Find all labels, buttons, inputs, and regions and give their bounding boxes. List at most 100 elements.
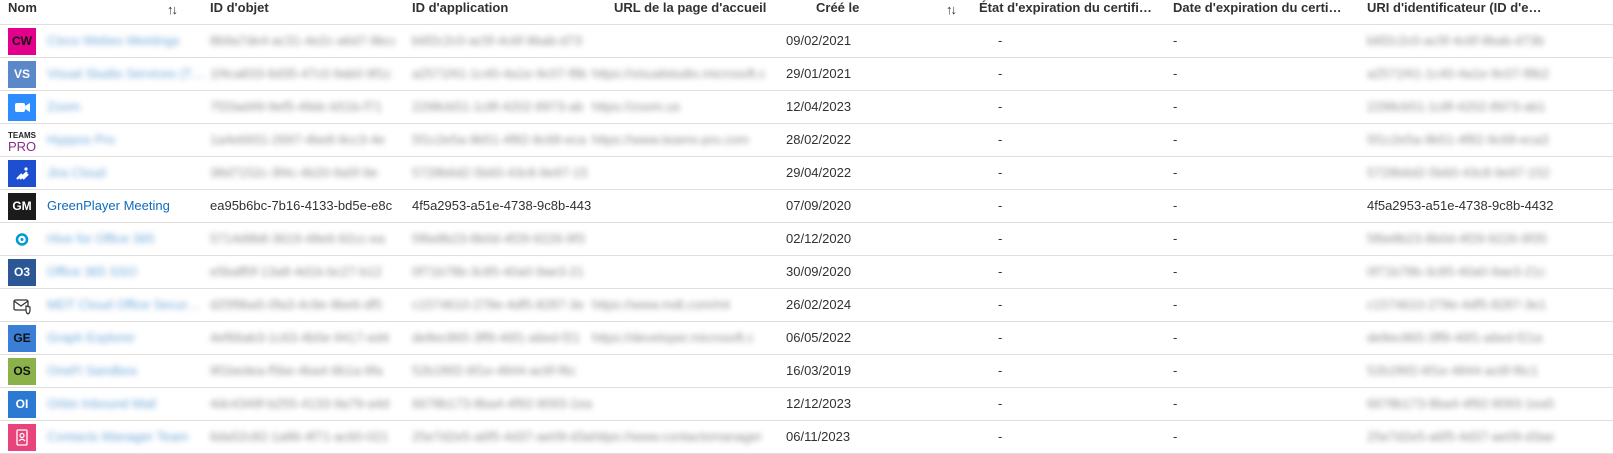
- homepage-url-cell: [592, 157, 777, 189]
- created-date-cell: 16/03/2019: [786, 363, 852, 378]
- app-id-cell: 6678b173-8ba4-4f92-9093-1ea: [412, 396, 592, 411]
- table-row[interactable]: Hive for Office 365 5714d9b8-3619-48e6-9…: [0, 223, 1613, 256]
- app-name-link[interactable]: Jira Cloud: [47, 157, 106, 189]
- app-name-link[interactable]: Cisco Webex Meetings: [47, 25, 180, 57]
- table-row[interactable]: OI Orbis Inbound Mail 4dc4349f-b255-4133…: [0, 388, 1613, 421]
- cert-date-cell: -: [1173, 165, 1178, 180]
- object-id-cell: 7f20ad49-9ef5-49dc-b51b-f71: [210, 99, 383, 114]
- column-header-identifier-uri[interactable]: URI d'identificateur (ID d'e…: [1367, 0, 1607, 24]
- app-id-cell: 5f1c2e5a-9b51-4f82-9c68-eca: [412, 132, 587, 147]
- table-row[interactable]: MDT Cloud Office Secur… d25f9ba5-0fa3-4c…: [0, 289, 1613, 322]
- app-name-link[interactable]: Hyppos Pro: [47, 124, 115, 156]
- name-cell: MDT Cloud Office Secur…: [8, 289, 208, 321]
- app-name-link[interactable]: GreenPlayer Meeting: [47, 190, 170, 222]
- name-cell: Zoom: [8, 91, 208, 123]
- app-avatar: GM: [8, 193, 36, 220]
- created-date-cell: 12/12/2023: [786, 396, 852, 411]
- app-name-link[interactable]: Orbis Inbound Mail: [47, 388, 156, 420]
- created-date-cell: 06/05/2022: [786, 330, 852, 345]
- column-header-cert-date[interactable]: Date d'expiration du certif…: [1173, 0, 1343, 24]
- cert-date-cell: -: [1173, 363, 1178, 378]
- column-header-cert-status[interactable]: État d'expiration du certifi…: [979, 0, 1154, 24]
- homepage-url-cell: [592, 25, 777, 57]
- cert-status-cell: -: [998, 33, 1003, 48]
- object-id-cell: 1f4ca833-6d35-47c0-9ab0-9f1c: [210, 66, 392, 81]
- cert-status-cell: -: [998, 165, 1003, 180]
- table-row[interactable]: OS OneFi Sandbox 9f1bedea-f5be-4ba4-9b1a…: [0, 355, 1613, 388]
- cert-status-cell: -: [998, 198, 1003, 213]
- created-date-cell: 26/02/2024: [786, 297, 852, 312]
- sort-icon[interactable]: ↑↓: [167, 2, 178, 17]
- object-id-cell: 8b9a7de4-ac31-4e2c-a6d7-9bca: [210, 33, 395, 48]
- cert-status-cell: -: [998, 231, 1003, 246]
- app-id-cell: 5f6e8b23-8b0d-4f29-9226-9f3: [412, 231, 585, 246]
- identifier-uri-cell: b6f2c2c0-ac5f-4c6f-9bab-d73b: [1367, 33, 1545, 48]
- created-date-cell: 12/04/2023: [786, 99, 852, 114]
- created-date-cell: 29/04/2022: [786, 165, 852, 180]
- app-name-link[interactable]: Zoom: [47, 91, 80, 123]
- column-header-created[interactable]: Créé le: [816, 0, 1001, 24]
- teams-pro-logo: TEAMS PRO: [8, 127, 36, 154]
- object-id-cell: 4ef66ab3-1c63-4b0e-9417-ed4: [210, 330, 390, 345]
- name-cell: TEAMS PRO Hyppos Pro: [8, 124, 208, 156]
- app-name-link[interactable]: Graph Explorer: [47, 322, 135, 354]
- cert-date-cell: -: [1173, 132, 1178, 147]
- identifier-uri-cell: de8ec865-3ff9-46f1-a6ed-f21a: [1367, 330, 1543, 345]
- homepage-url-cell: [592, 355, 777, 387]
- app-name-link[interactable]: Contacts Manager Team: [47, 421, 188, 453]
- cert-date-cell: -: [1173, 66, 1178, 81]
- name-cell: Hive for Office 365: [8, 223, 208, 255]
- cert-date-cell: -: [1173, 198, 1178, 213]
- created-date-cell: 07/09/2020: [786, 198, 852, 213]
- created-date-cell: 28/02/2022: [786, 132, 852, 147]
- homepage-url-cell: [592, 256, 777, 288]
- app-name-link[interactable]: Office 365 SSO: [47, 256, 137, 288]
- column-header-app-id[interactable]: ID d'application: [412, 0, 597, 24]
- identifier-uri-cell: 2298cb51-1c8f-4202-8973-ab1: [1367, 99, 1546, 114]
- name-cell: OI Orbis Inbound Mail: [8, 388, 208, 420]
- cert-date-cell: -: [1173, 330, 1178, 345]
- app-name-link[interactable]: Visual Studio Services (T…: [47, 58, 205, 90]
- name-cell: O3 Office 365 SSO: [8, 256, 208, 288]
- app-id-cell: 5728b6d2-5b60-43c8-9e97-15: [412, 165, 588, 180]
- ring-icon: [8, 226, 36, 253]
- homepage-url-cell: https://zoom.us: [592, 99, 681, 114]
- table-row[interactable]: VS Visual Studio Services (T… 1f4ca833-6…: [0, 58, 1613, 91]
- column-header-name[interactable]: Nom: [8, 0, 193, 24]
- column-header-homepage-url[interactable]: URL de la page d'accueil: [614, 0, 799, 24]
- cert-date-cell: -: [1173, 99, 1178, 114]
- created-date-cell: 30/09/2020: [786, 264, 852, 279]
- identifier-uri-cell: 5f1c2e5a-9b51-4f82-9c68-eca3: [1367, 132, 1549, 147]
- table-row[interactable]: Jira Cloud 38d7152c-3f4c-4b20-9a5f-9e 57…: [0, 157, 1613, 190]
- table-row[interactable]: GE Graph Explorer 4ef66ab3-1c63-4b0e-941…: [0, 322, 1613, 355]
- table-row[interactable]: Contacts Manager Team 6da52c82-1a86-4f71…: [0, 421, 1613, 454]
- table-row[interactable]: CW Cisco Webex Meetings 8b9a7de4-ac31-4e…: [0, 25, 1613, 58]
- cert-status-cell: -: [998, 429, 1003, 444]
- cert-date-cell: -: [1173, 429, 1178, 444]
- grid-header: Nom ↑↓ ID d'objet ID d'application URL d…: [0, 0, 1613, 25]
- sort-icon[interactable]: ↑↓: [946, 2, 957, 17]
- contact-card-icon: [8, 424, 36, 451]
- app-avatar: OI: [8, 391, 36, 418]
- app-name-link[interactable]: OneFi Sandbox: [47, 355, 137, 387]
- app-id-cell: 4f5a2953-a51e-4738-9c8b-443: [412, 198, 592, 213]
- name-cell: CW Cisco Webex Meetings: [8, 25, 208, 57]
- app-name-link[interactable]: Hive for Office 365: [47, 223, 154, 255]
- app-name-link[interactable]: MDT Cloud Office Secur…: [47, 289, 200, 321]
- app-id-cell: de8ec865-3ff9-46f1-a6ed-f21: [412, 330, 581, 345]
- created-date-cell: 06/11/2023: [786, 429, 851, 444]
- object-id-cell: 4dc4349f-b255-4133-9a79-a4d: [210, 396, 390, 411]
- table-row[interactable]: GM GreenPlayer Meeting ea95b6bc-7b16-413…: [0, 190, 1613, 223]
- column-header-object-id[interactable]: ID d'objet: [210, 0, 395, 24]
- created-date-cell: 02/12/2020: [786, 231, 852, 246]
- app-id-cell: c1574610-278e-4df5-8287-3e: [412, 297, 585, 312]
- table-row[interactable]: O3 Office 365 SSO e5baff0f-13a8-4d1b-bc2…: [0, 256, 1613, 289]
- app-id-cell: a2571f41-1c40-4a1e-9c07-f8b: [412, 66, 587, 81]
- cert-status-cell: -: [998, 363, 1003, 378]
- table-row[interactable]: Zoom 7f20ad49-9ef5-49dc-b51b-f71 2298cb5…: [0, 91, 1613, 124]
- cert-status-cell: -: [998, 396, 1003, 411]
- app-avatar: O3: [8, 259, 36, 286]
- table-row[interactable]: TEAMS PRO Hyppos Pro 1a4e6931-2697-4be8-…: [0, 124, 1613, 157]
- object-id-cell: e5baff0f-13a8-4d1b-bc27-b12: [210, 264, 382, 279]
- cert-status-cell: -: [998, 132, 1003, 147]
